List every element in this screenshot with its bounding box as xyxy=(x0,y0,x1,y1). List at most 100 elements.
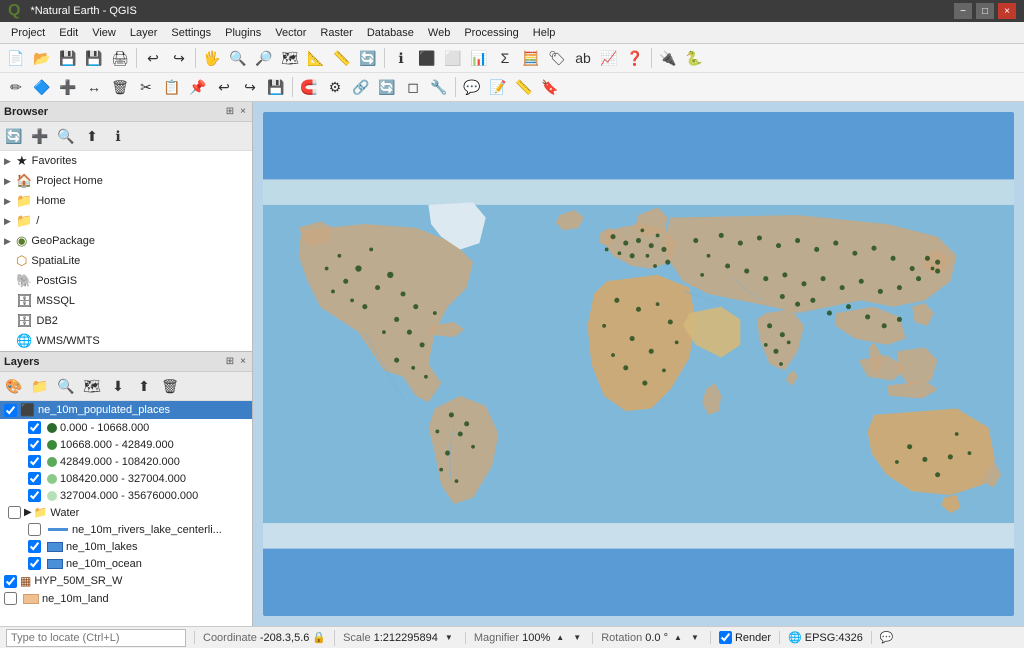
add-feature-button[interactable]: ➕ xyxy=(56,75,80,99)
minimize-button[interactable]: − xyxy=(954,3,972,19)
maximize-button[interactable]: □ xyxy=(976,3,994,19)
layers-close-button[interactable]: × xyxy=(238,356,248,367)
menu-plugins[interactable]: Plugins xyxy=(218,25,268,41)
map-area[interactable] xyxy=(253,102,1024,626)
layer-cb-lakes[interactable] xyxy=(28,540,41,553)
menu-vector[interactable]: Vector xyxy=(268,25,313,41)
snap-config-button[interactable]: ⚙ xyxy=(323,75,347,99)
menu-project[interactable]: Project xyxy=(4,25,52,41)
zoom-full-button[interactable]: 🗺 xyxy=(278,46,302,70)
menu-processing[interactable]: Processing xyxy=(457,25,525,41)
browser-collapse-button[interactable]: ⬆ xyxy=(80,124,104,148)
layer-subitem-range1[interactable]: 0.000 - 10668.000 xyxy=(0,419,252,436)
messages-icon[interactable]: 💬 xyxy=(880,631,894,644)
new-project-button[interactable]: 📄 xyxy=(4,46,28,70)
layer-item-populated-places[interactable]: ⬛ ne_10m_populated_places xyxy=(0,401,252,419)
zoom-out-button[interactable]: 🔎 xyxy=(252,46,276,70)
diagram-button[interactable]: 📈 xyxy=(597,46,621,70)
python-button[interactable]: 🐍 xyxy=(682,46,706,70)
browser-info-button[interactable]: ℹ xyxy=(106,124,130,148)
spatial-bookmark-button[interactable]: 🔖 xyxy=(538,75,562,99)
layer-item-land[interactable]: ne_10m_land xyxy=(0,590,252,607)
browser-item-project-home[interactable]: ▶ 🏠 Project Home xyxy=(0,171,252,191)
print-button[interactable]: 🖨 xyxy=(108,46,132,70)
layer-cb-range3[interactable] xyxy=(28,455,41,468)
locate-box[interactable] xyxy=(6,629,186,647)
layer-cb-ocean[interactable] xyxy=(28,557,41,570)
rotate-button[interactable]: 🔄 xyxy=(375,75,399,99)
menu-edit[interactable]: Edit xyxy=(52,25,85,41)
undo-edit-button[interactable]: ↩ xyxy=(212,75,236,99)
map-tips-button[interactable]: 💬 xyxy=(460,75,484,99)
map-canvas[interactable] xyxy=(263,112,1014,616)
label-button[interactable]: 🏷 xyxy=(545,46,569,70)
snapping-button[interactable]: 🧲 xyxy=(297,75,321,99)
redo-button[interactable]: ↪ xyxy=(167,46,191,70)
identify-button[interactable]: ℹ xyxy=(389,46,413,70)
filter-legend-button[interactable]: 🗺 xyxy=(80,374,104,398)
layer-subitem-range4[interactable]: 108420.000 - 327004.000 xyxy=(0,470,252,487)
menu-database[interactable]: Database xyxy=(360,25,421,41)
attribute-table-button[interactable]: 📊 xyxy=(467,46,491,70)
layer-cb-land[interactable] xyxy=(4,592,17,605)
browser-filter-button[interactable]: 🔍 xyxy=(54,124,78,148)
copy-feature-button[interactable]: 📋 xyxy=(160,75,184,99)
plugins-button[interactable]: 🔌 xyxy=(656,46,680,70)
magnifier-down-button[interactable]: ▼ xyxy=(570,633,584,643)
zoom-selection-button[interactable]: 📏 xyxy=(330,46,354,70)
browser-add-button[interactable]: ➕ xyxy=(28,124,52,148)
browser-item-spatialite[interactable]: ⬡ SpatiaLite xyxy=(0,251,252,271)
browser-item-favorites[interactable]: ▶ ★ Favorites xyxy=(0,151,252,171)
annotations-button[interactable]: 📝 xyxy=(486,75,510,99)
browser-item-root[interactable]: ▶ 📁 / xyxy=(0,211,252,231)
zoom-in-button[interactable]: 🔍 xyxy=(226,46,250,70)
collapse-all-button[interactable]: ⬆ xyxy=(132,374,156,398)
open-project-button[interactable]: 📂 xyxy=(30,46,54,70)
zoom-layer-button[interactable]: 📐 xyxy=(304,46,328,70)
digitize-shape-button[interactable]: ◻ xyxy=(401,75,425,99)
layer-item-hyp[interactable]: ▦ HYP_50M_SR_W xyxy=(0,572,252,590)
save-edits-button[interactable]: 💾 xyxy=(264,75,288,99)
statistics-button[interactable]: Σ xyxy=(493,46,517,70)
menu-help[interactable]: Help xyxy=(526,25,563,41)
browser-panel-controls[interactable]: ⊞ × xyxy=(224,106,248,117)
browser-item-db2[interactable]: 🗄 DB2 xyxy=(0,311,252,331)
layer-item-ocean[interactable]: ne_10m_ocean xyxy=(0,555,252,572)
browser-item-postgis[interactable]: 🐘 PostGIS xyxy=(0,271,252,291)
layer-cb-range1[interactable] xyxy=(28,421,41,434)
layer-subitem-range3[interactable]: 42849.000 - 108420.000 xyxy=(0,453,252,470)
edit-nodes-button[interactable]: 🔷 xyxy=(30,75,54,99)
undo-button[interactable]: ↩ xyxy=(141,46,165,70)
browser-refresh-button[interactable]: 🔄 xyxy=(2,124,26,148)
browser-item-geopackage[interactable]: ▶ ◉ GeoPackage xyxy=(0,231,252,251)
layer-cb-rivers[interactable] xyxy=(28,523,41,536)
layer-checkbox-populated-places[interactable] xyxy=(4,404,17,417)
remove-layer-button[interactable]: 🗑 xyxy=(158,374,182,398)
menu-raster[interactable]: Raster xyxy=(313,25,359,41)
delete-feature-button[interactable]: 🗑 xyxy=(108,75,132,99)
layers-float-button[interactable]: ⊞ xyxy=(224,356,236,367)
scale-dropdown-button[interactable]: ▼ xyxy=(441,630,457,646)
cut-feature-button[interactable]: ✂ xyxy=(134,75,158,99)
render-section[interactable]: Render xyxy=(710,631,771,644)
layer-cb-hyp[interactable] xyxy=(4,575,17,588)
layer-item-rivers[interactable]: ne_10m_rivers_lake_centerli... xyxy=(0,521,252,538)
epsg-section[interactable]: 🌐 EPSG:4326 xyxy=(779,631,863,644)
advanced-edit-button[interactable]: 🔧 xyxy=(427,75,451,99)
layer-cb-water-group[interactable] xyxy=(8,506,21,519)
close-button[interactable]: × xyxy=(998,3,1016,19)
deselect-button[interactable]: ⬜ xyxy=(441,46,465,70)
measure-button[interactable]: 📏 xyxy=(512,75,536,99)
select-button[interactable]: ⬛ xyxy=(415,46,439,70)
render-checkbox[interactable] xyxy=(719,631,732,644)
open-layer-style-button[interactable]: 🎨 xyxy=(2,374,26,398)
layers-panel-controls[interactable]: ⊞ × xyxy=(224,356,248,367)
menu-layer[interactable]: Layer xyxy=(123,25,165,41)
move-feature-button[interactable]: ↔ xyxy=(82,75,106,99)
layer-cb-range4[interactable] xyxy=(28,472,41,485)
magnifier-up-button[interactable]: ▲ xyxy=(553,633,567,643)
add-group-button[interactable]: 📁 xyxy=(28,374,52,398)
redo-edit-button[interactable]: ↪ xyxy=(238,75,262,99)
browser-item-home[interactable]: ▶ 📁 Home xyxy=(0,191,252,211)
help-button[interactable]: ❓ xyxy=(623,46,647,70)
